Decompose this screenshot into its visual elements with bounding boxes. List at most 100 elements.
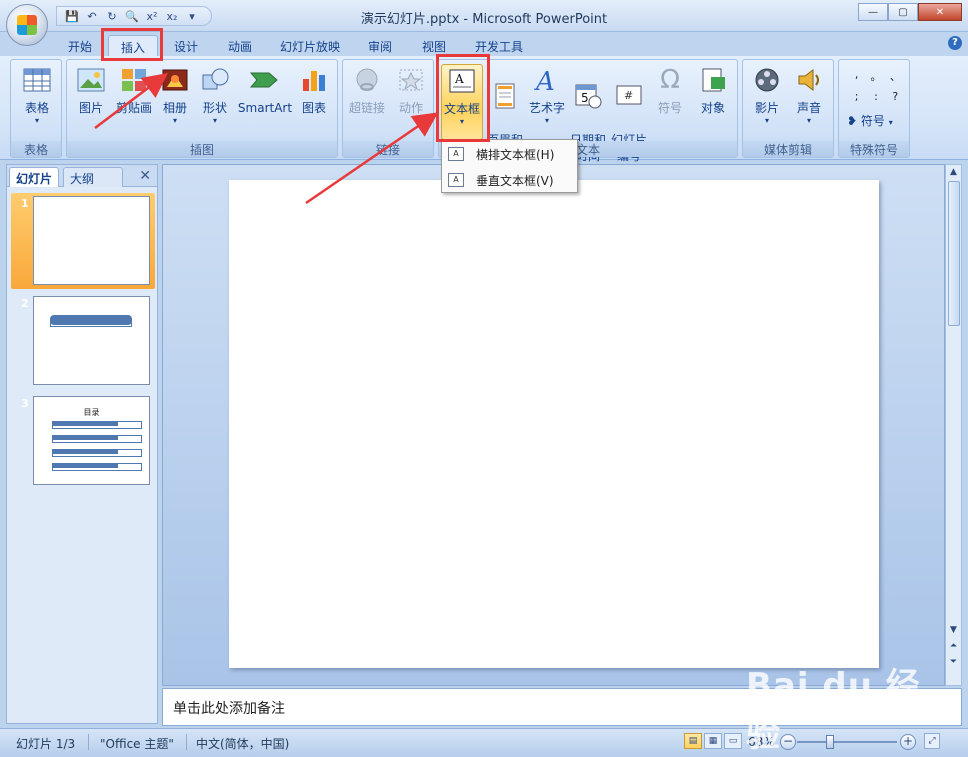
special-symbol-label: 符号	[860, 114, 885, 128]
close-button[interactable]: ✕	[918, 3, 962, 21]
slide-canvas[interactable]	[229, 180, 879, 668]
fit-to-window-icon[interactable]: ⤢	[924, 733, 940, 749]
group-label-illustrations: 插图	[67, 141, 337, 157]
tab-outline[interactable]: 大纲	[63, 167, 123, 187]
header-footer-icon	[489, 80, 521, 112]
object-button[interactable]: 对象	[693, 64, 733, 116]
zoom-out-button[interactable]: −	[780, 734, 796, 750]
slide-thumbnail-1[interactable]: 1	[11, 193, 155, 289]
slide-preview	[33, 196, 150, 285]
tab-developer[interactable]: 开发工具	[468, 35, 530, 56]
symbol-semicolon[interactable]: ;	[847, 90, 866, 103]
window-title: 演示幻灯片.pptx - Microsoft PowerPoint	[360, 12, 608, 27]
zoom-slider-track[interactable]	[797, 741, 897, 743]
menu-item-horizontal-textbox[interactable]: A 横排文本框(H)	[442, 142, 577, 166]
slide-preview	[33, 296, 150, 385]
office-logo-icon	[17, 15, 37, 35]
symbol-comma[interactable]: ,	[847, 68, 866, 84]
tab-review[interactable]: 审阅	[360, 35, 400, 56]
slide-preview: 目录	[33, 396, 150, 485]
wordart-label: 艺术字	[528, 101, 565, 115]
slide-shape-outline	[50, 319, 132, 327]
chevron-down-icon: ▾	[544, 116, 549, 125]
chart-icon	[298, 64, 330, 96]
group-links: 超链接 动作 链接	[342, 59, 434, 158]
status-separator	[88, 734, 89, 750]
chevron-down-icon: ▾	[172, 116, 177, 125]
symbol-pause[interactable]: 、	[886, 68, 905, 84]
symbol-colon[interactable]: :	[866, 90, 885, 103]
omega-symbol-button[interactable]: Ω 符号	[651, 64, 689, 116]
movie-icon	[751, 64, 783, 96]
svg-text:A: A	[534, 67, 555, 94]
slide-sorter-icon[interactable]: ▦	[704, 733, 722, 749]
close-icon[interactable]: ✕	[139, 168, 151, 184]
special-symbol-button[interactable]: ❥ 符号 ▾	[847, 112, 893, 129]
special-symbol-icon: ❥	[847, 114, 858, 128]
theme-name: "Office 主题"	[100, 737, 174, 751]
hyperlink-icon	[351, 64, 383, 96]
shapes-button[interactable]: 形状 ▾	[197, 64, 233, 126]
symbol-period[interactable]: 。	[866, 68, 885, 84]
language-indicator[interactable]: 中文(简体，中国)	[196, 735, 289, 752]
sound-button[interactable]: 声音 ▾	[789, 64, 829, 126]
scrollbar-thumb[interactable]	[948, 181, 960, 326]
group-label-links: 链接	[343, 141, 433, 157]
action-button[interactable]: 动作	[391, 64, 431, 116]
svg-text:5: 5	[581, 91, 589, 105]
notes-placeholder: 单击此处添加备注	[173, 701, 285, 717]
chevron-down-icon: ▾	[888, 118, 893, 127]
symbol-grid: , 。 、 ; : ?	[847, 68, 905, 103]
tab-home[interactable]: 开始	[60, 35, 100, 56]
next-slide-icon[interactable]: ⏷	[946, 655, 961, 669]
zoom-in-button[interactable]: +	[900, 734, 916, 750]
toc-item	[52, 421, 142, 429]
slide-counter: 幻灯片 1/3	[16, 737, 76, 751]
normal-view-icon[interactable]: ▤	[684, 733, 702, 749]
status-bar: 幻灯片 1/3 "Office 主题" 中文(简体，中国) ▤ ▦ ▭ 68% …	[0, 728, 968, 757]
menu-item-vertical-textbox[interactable]: A 垂直文本框(V)	[442, 168, 577, 192]
slide-thumbnail-2[interactable]: 2	[11, 293, 155, 389]
sound-label: 声音	[796, 101, 821, 115]
object-icon	[697, 64, 729, 96]
clipart-label: 剪贴画	[115, 101, 152, 115]
scroll-up-icon[interactable]: ▲	[946, 165, 961, 179]
table-button[interactable]: 表格 ▾	[15, 64, 59, 126]
slide-number-icon: #	[613, 80, 645, 112]
svg-text:#: #	[624, 89, 633, 102]
picture-label: 图片	[78, 101, 103, 115]
vertical-scrollbar[interactable]: ▲ ▼ ⏶ ⏷	[945, 164, 962, 686]
movie-button[interactable]: 影片 ▾	[747, 64, 787, 126]
scroll-down-icon[interactable]: ▼	[946, 623, 961, 637]
clipart-button[interactable]: 剪贴画	[113, 64, 155, 116]
tab-animation[interactable]: 动画	[220, 35, 260, 56]
notes-pane[interactable]: 单击此处添加备注	[162, 688, 962, 726]
minimize-button[interactable]: —	[858, 3, 888, 21]
picture-button[interactable]: 图片	[71, 64, 111, 116]
zoom-level[interactable]: 68%	[748, 735, 775, 749]
group-special-symbols: , 。 、 ; : ? ❥ 符号 ▾ 特殊符号	[838, 59, 910, 158]
slideshow-view-icon[interactable]: ▭	[724, 733, 742, 749]
movie-label: 影片	[754, 101, 779, 115]
tab-design[interactable]: 设计	[166, 35, 206, 56]
help-icon[interactable]: ?	[948, 36, 962, 50]
chart-button[interactable]: 图表	[295, 64, 333, 116]
maximize-button[interactable]: ▢	[888, 3, 918, 21]
hyperlink-button[interactable]: 超链接	[345, 64, 389, 116]
chevron-down-icon: ▾	[212, 116, 217, 125]
smartart-button[interactable]: SmartArt	[237, 64, 293, 116]
office-button[interactable]	[6, 4, 48, 46]
window-controls: — ▢ ✕	[858, 3, 962, 21]
zoom-slider-knob[interactable]	[826, 735, 834, 749]
slide-thumbnail-3[interactable]: 3 目录	[11, 393, 155, 489]
group-label-tables: 表格	[11, 141, 61, 157]
symbol-question[interactable]: ?	[886, 90, 905, 103]
wordart-icon: A	[531, 64, 563, 96]
tab-view[interactable]: 视图	[414, 35, 454, 56]
photo-album-button[interactable]: 相册 ▾	[157, 64, 193, 126]
wordart-button[interactable]: A 艺术字 ▾	[527, 64, 567, 126]
sound-icon	[793, 64, 825, 96]
tab-slides[interactable]: 幻灯片	[9, 167, 60, 187]
previous-slide-icon[interactable]: ⏶	[946, 639, 961, 653]
tab-slideshow[interactable]: 幻灯片放映	[274, 35, 346, 56]
